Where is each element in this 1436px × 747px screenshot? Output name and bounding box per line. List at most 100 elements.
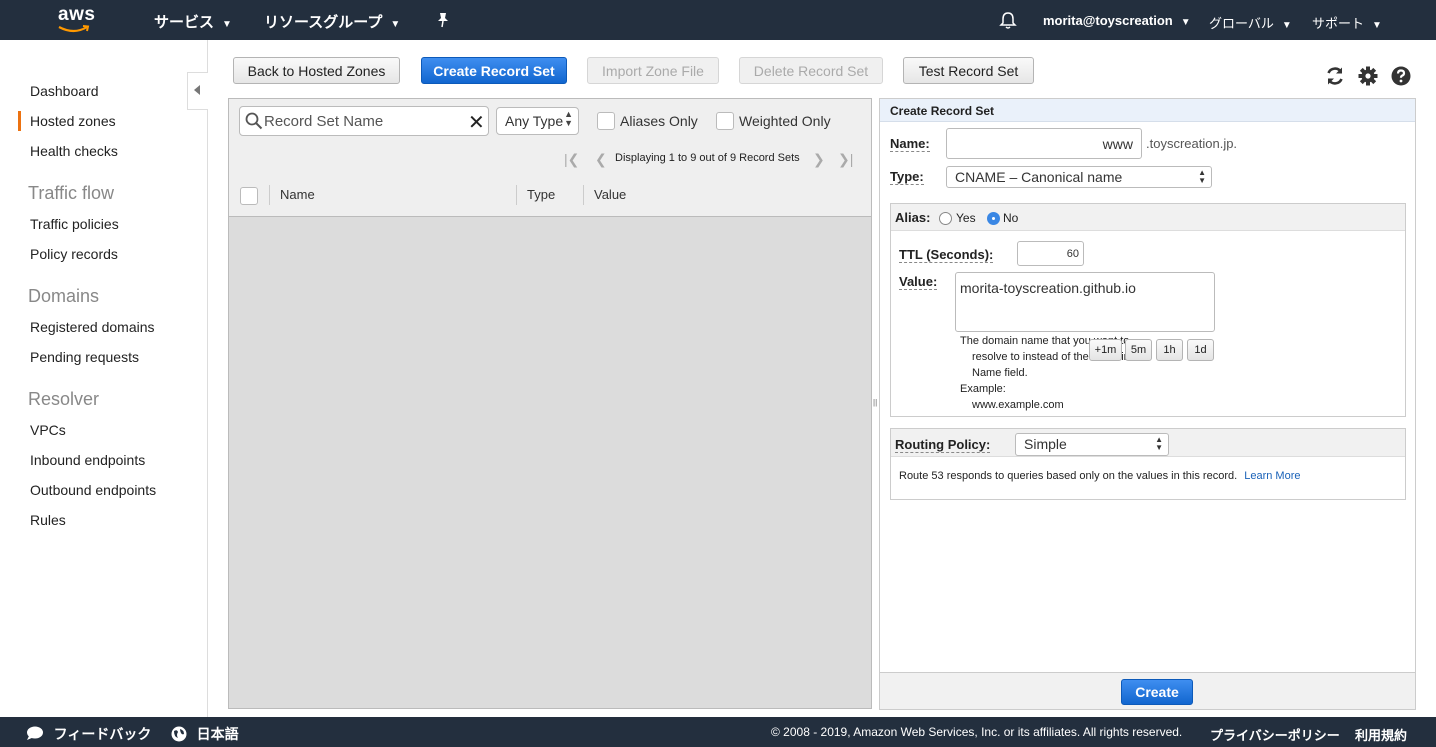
privacy-policy-link[interactable]: プライバシーポリシー	[1210, 725, 1340, 744]
name-input[interactable]	[947, 129, 1141, 158]
pin-icon[interactable]	[436, 12, 450, 31]
select-arrows-icon: ▲ ▼	[1198, 168, 1206, 185]
select-arrows-icon: ▲ ▼	[564, 109, 573, 128]
close-icon[interactable]: ✕	[468, 110, 485, 135]
sidebar-item-inbound-endpoints[interactable]: Inbound endpoints	[30, 452, 145, 468]
back-to-hosted-zones-button[interactable]: Back to Hosted Zones	[233, 57, 400, 84]
aws-smile-icon	[58, 25, 90, 33]
account-menu[interactable]: morita@toyscreation ▼	[1043, 13, 1191, 28]
ttl-plus-1m-button[interactable]: +1m	[1089, 339, 1122, 361]
record-set-search: ✕	[239, 106, 489, 136]
column-header-value[interactable]: Value	[594, 187, 626, 202]
routing-policy-section: Routing Policy: Simple ▲ ▼ Route 53 respo…	[890, 428, 1406, 500]
sidebar: Dashboard Hosted zones Health checks Tra…	[0, 40, 208, 717]
ttl-input[interactable]	[1018, 242, 1083, 265]
refresh-icon[interactable]	[1325, 66, 1345, 89]
ttl-1h-button[interactable]: 1h	[1156, 339, 1183, 361]
ttl-5m-button[interactable]: 5m	[1125, 339, 1152, 361]
test-record-set-button[interactable]: Test Record Set	[903, 57, 1034, 84]
previous-page-icon[interactable]: ❮	[595, 151, 607, 168]
routing-help-text: Route 53 responds to queries based only …	[899, 470, 1301, 482]
list-toolbar: ✕ Any Type ▲▼ Aliases Only Weighted Only…	[229, 99, 871, 217]
sidebar-item-health-checks[interactable]: Health checks	[30, 143, 118, 159]
sidebar-item-outbound-endpoints[interactable]: Outbound endpoints	[30, 482, 156, 498]
chevron-down-icon: ▼	[390, 19, 401, 30]
alias-label: Alias:	[895, 210, 931, 225]
alias-yes-label: Yes	[956, 211, 976, 225]
chevron-down-icon: ▼	[1372, 20, 1382, 31]
aliases-only-checkbox[interactable]	[597, 112, 615, 130]
create-record-set-panel: Create Record Set Name: .toyscreation.jp…	[879, 98, 1416, 710]
sidebar-section-traffic-flow: Traffic flow	[28, 183, 115, 203]
type-label: Type:	[890, 169, 924, 185]
create-button[interactable]: Create	[1121, 679, 1193, 705]
column-header-type[interactable]: Type	[527, 187, 555, 202]
alias-section: Alias: Yes No TTL (Seconds): Value: mori…	[890, 203, 1406, 417]
type-filter-select[interactable]: Any Type ▲ ▼	[496, 107, 579, 135]
sidebar-item-rules[interactable]: Rules	[30, 512, 66, 528]
top-nav: aws サービス ▼ リソースグループ ▼ morita@toyscreation ▼…	[0, 0, 1436, 40]
sidebar-section-domains: Domains	[28, 286, 100, 306]
learn-more-link[interactable]: Learn More	[1244, 470, 1300, 482]
pager-status: Displaying 1 to 9 out of 9 Record Sets	[615, 152, 800, 164]
ttl-label: TTL (Seconds):	[899, 247, 994, 263]
terms-link[interactable]: 利用規約	[1355, 725, 1407, 744]
ttl-field[interactable]	[1017, 241, 1084, 266]
panel-title: Create Record Set	[880, 99, 1415, 122]
delete-record-set-button[interactable]: Delete Record Set	[739, 57, 883, 84]
ttl-1d-button[interactable]: 1d	[1187, 339, 1214, 361]
resource-groups-menu[interactable]: リソースグループ ▼	[264, 11, 400, 32]
sidebar-item-dashboard[interactable]: Dashboard	[30, 83, 99, 99]
weighted-only-label: Weighted Only	[739, 113, 831, 129]
gear-icon[interactable]	[1358, 66, 1378, 89]
sidebar-section-resolver: Resolver	[28, 389, 100, 409]
panel-resize-handle[interactable]: ||	[873, 398, 877, 407]
routing-policy-select[interactable]: Simple ▲ ▼	[1015, 433, 1169, 456]
sidebar-collapse-button[interactable]	[187, 72, 208, 110]
sidebar-item-registered-domains[interactable]: Registered domains	[30, 319, 155, 335]
weighted-only-checkbox[interactable]	[716, 112, 734, 130]
chevron-down-icon: ▼	[1180, 17, 1191, 28]
sidebar-item-policy-records[interactable]: Policy records	[30, 246, 118, 262]
help-icon[interactable]	[1391, 66, 1411, 89]
bell-icon[interactable]	[999, 11, 1017, 33]
globe-icon	[171, 726, 187, 742]
region-menu[interactable]: グローバル ▼	[1209, 13, 1292, 32]
value-help-line-3: Name field.	[972, 367, 1028, 379]
aws-logo[interactable]: aws	[58, 5, 100, 35]
type-select[interactable]: CNAME – Canonical name ▲ ▼	[946, 166, 1212, 188]
panel-footer: Create	[880, 672, 1415, 709]
select-all-checkbox[interactable]	[240, 187, 258, 205]
value-help-line-4: Example:	[960, 383, 1006, 395]
sidebar-item-traffic-policies[interactable]: Traffic policies	[30, 216, 119, 232]
alias-yes-radio[interactable]	[939, 212, 952, 225]
services-menu[interactable]: サービス ▼	[154, 11, 232, 32]
search-input[interactable]	[264, 111, 464, 131]
value-label: Value:	[899, 274, 938, 290]
last-page-icon[interactable]: ❯|	[838, 151, 853, 168]
next-page-icon[interactable]: ❯	[813, 151, 825, 168]
alias-no-label: No	[1003, 211, 1019, 225]
aliases-only-label: Aliases Only	[620, 113, 698, 129]
sidebar-item-vpcs[interactable]: VPCs	[30, 422, 66, 438]
support-menu[interactable]: サポート ▼	[1312, 13, 1382, 32]
column-header-name[interactable]: Name	[280, 187, 315, 202]
language-selector[interactable]: 日本語	[171, 724, 239, 744]
value-help-line-5: www.example.com	[972, 399, 1064, 411]
speech-bubble-icon	[27, 726, 43, 740]
value-textarea[interactable]: morita-toyscreation.github.io	[955, 272, 1215, 332]
name-field[interactable]	[946, 128, 1142, 159]
create-record-set-button[interactable]: Create Record Set	[421, 57, 567, 84]
sidebar-item-pending-requests[interactable]: Pending requests	[30, 349, 139, 365]
routing-policy-label: Routing Policy:	[895, 437, 991, 453]
sidebar-item-hosted-zones[interactable]: Hosted zones	[18, 111, 116, 131]
feedback-link[interactable]: フィードバック	[26, 724, 151, 744]
import-zone-file-button[interactable]: Import Zone File	[587, 57, 719, 84]
first-page-icon[interactable]: |❮	[564, 151, 579, 168]
chevron-left-icon	[194, 85, 200, 95]
domain-suffix: .toyscreation.jp.	[1146, 136, 1238, 151]
copyright-text: © 2008 - 2019, Amazon Web Services, Inc.…	[771, 725, 1183, 739]
chevron-down-icon: ▼	[1281, 20, 1292, 31]
record-set-list-panel: ✕ Any Type ▲▼ Aliases Only Weighted Only…	[228, 98, 872, 709]
alias-no-radio[interactable]	[987, 212, 1000, 225]
